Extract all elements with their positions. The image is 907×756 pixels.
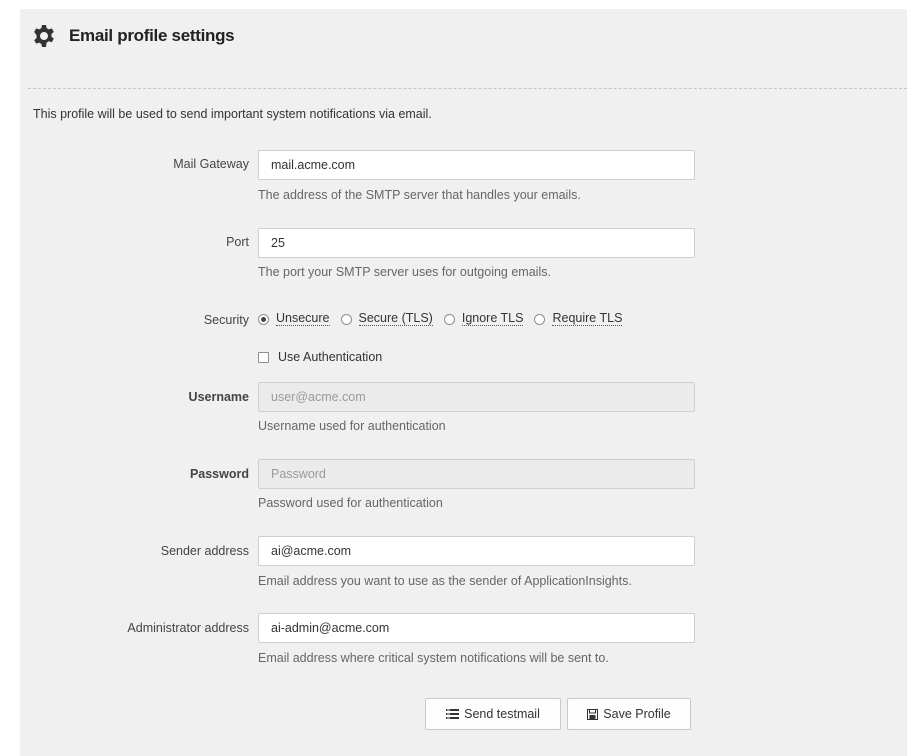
- username-label: Username: [188, 390, 249, 404]
- mail-gateway-input[interactable]: [258, 150, 695, 180]
- port-input[interactable]: [258, 228, 695, 258]
- radio-label: Ignore TLS: [461, 311, 524, 326]
- security-radio-group: Unsecure Secure (TLS) Ignore TLS Require…: [258, 312, 633, 326]
- radio-button[interactable]: [258, 313, 269, 325]
- port-help: The port your SMTP server uses for outgo…: [258, 265, 551, 279]
- settings-panel: Email profile settings This profile will…: [20, 9, 907, 756]
- mail-gateway-label: Mail Gateway: [173, 157, 249, 171]
- sender-address-help: Email address you want to use as the sen…: [258, 574, 632, 588]
- security-option-secure-tls[interactable]: Secure (TLS): [340, 311, 433, 326]
- password-help: Password used for authentication: [258, 496, 443, 510]
- floppy-disk-icon: [587, 708, 599, 720]
- sender-address-label: Sender address: [160, 544, 249, 558]
- header-divider: [28, 88, 907, 89]
- mail-list-icon: [446, 709, 460, 719]
- username-input[interactable]: [258, 382, 695, 412]
- radio-button[interactable]: [443, 313, 455, 325]
- security-option-ignore-tls[interactable]: Ignore TLS: [443, 311, 524, 326]
- send-testmail-label: Send testmail: [464, 707, 540, 721]
- gear-icon: [34, 25, 54, 47]
- save-profile-button[interactable]: Save Profile: [567, 698, 691, 730]
- password-label: Password: [189, 467, 249, 481]
- radio-label: Secure (TLS): [358, 311, 433, 326]
- send-testmail-button[interactable]: Send testmail: [425, 698, 561, 730]
- administrator-address-label: Administrator address: [127, 621, 249, 635]
- sender-address-input[interactable]: [258, 536, 695, 566]
- security-option-require-tls[interactable]: Require TLS: [534, 311, 623, 326]
- security-option-unsecure[interactable]: Unsecure: [258, 312, 330, 326]
- mail-gateway-help: The address of the SMTP server that hand…: [258, 188, 581, 202]
- security-label: Security: [203, 313, 249, 327]
- radio-button[interactable]: [340, 313, 352, 325]
- save-profile-label: Save Profile: [603, 707, 671, 721]
- page-title: Email profile settings: [69, 26, 235, 45]
- use-authentication-checkbox[interactable]: [258, 351, 269, 363]
- radio-label: Require TLS: [552, 311, 623, 326]
- panel-header: Email profile settings: [32, 21, 235, 51]
- username-help: Username used for authentication: [258, 419, 446, 433]
- radio-button[interactable]: [534, 313, 546, 325]
- administrator-address-input[interactable]: [258, 613, 695, 643]
- use-authentication-label: Use Authentication: [278, 350, 383, 364]
- administrator-address-help: Email address where critical system noti…: [258, 651, 609, 665]
- intro-text: This profile will be used to send import…: [33, 107, 432, 121]
- password-input[interactable]: [258, 459, 695, 489]
- radio-label: Unsecure: [276, 311, 330, 326]
- use-authentication-row[interactable]: Use Authentication: [258, 350, 382, 364]
- port-label: Port: [226, 235, 249, 249]
